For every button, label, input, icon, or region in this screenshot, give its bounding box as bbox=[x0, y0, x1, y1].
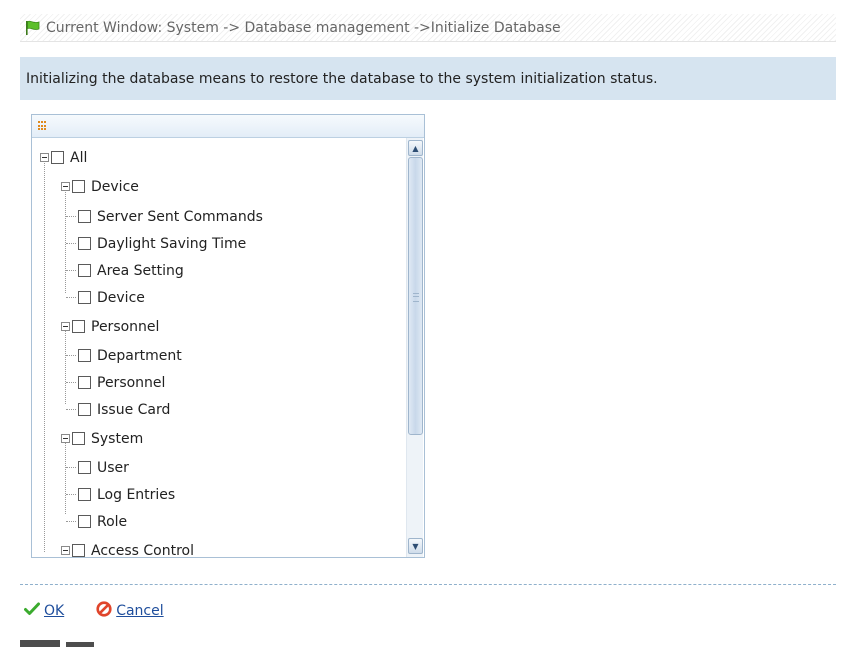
scroll-up-icon[interactable]: ▲ bbox=[408, 140, 423, 156]
tree-header bbox=[32, 115, 424, 138]
checkbox[interactable] bbox=[78, 488, 91, 501]
breadcrumb-text: Current Window: System -> Database manag… bbox=[46, 19, 561, 36]
tree-panel: All Device Server Sent Commands Daylight… bbox=[31, 114, 425, 558]
scroll-down-icon[interactable]: ▼ bbox=[408, 538, 423, 554]
tree-node-label: Area Setting bbox=[97, 262, 184, 279]
tree-node-label: Personnel bbox=[91, 318, 160, 335]
ok-button[interactable]: OK bbox=[24, 602, 64, 620]
checkbox[interactable] bbox=[72, 180, 85, 193]
collapse-icon[interactable] bbox=[40, 153, 49, 162]
checkmark-icon bbox=[24, 602, 40, 620]
tree-node-label: Device bbox=[91, 178, 139, 195]
tree-node-label: System bbox=[91, 430, 144, 447]
scrollbar-thumb[interactable] bbox=[408, 157, 423, 435]
tree-node-label: Log Entries bbox=[97, 486, 176, 503]
tree-node-issue-card[interactable]: Issue Card bbox=[66, 396, 170, 423]
tree-node-daylight-saving-time[interactable]: Daylight Saving Time bbox=[66, 230, 246, 257]
checkbox[interactable] bbox=[78, 210, 91, 223]
cancel-icon bbox=[96, 601, 112, 621]
checkbox[interactable] bbox=[78, 461, 91, 474]
checkbox[interactable] bbox=[78, 264, 91, 277]
tree-node-label: Personnel bbox=[97, 374, 166, 391]
tree-node-personnel[interactable]: Personnel bbox=[66, 369, 165, 396]
cropped-content bbox=[20, 640, 60, 647]
tree-node-device-group[interactable]: Device bbox=[61, 173, 139, 200]
tree-node-label: Server Sent Commands bbox=[97, 208, 263, 225]
collapse-icon[interactable] bbox=[61, 546, 70, 555]
checkbox[interactable] bbox=[78, 515, 91, 528]
collapse-icon[interactable] bbox=[61, 322, 70, 331]
tree-node-device[interactable]: Device bbox=[66, 284, 145, 311]
tree-node-label: Issue Card bbox=[97, 401, 171, 418]
tree-node-label: Device bbox=[97, 289, 145, 306]
tree-node-area-setting[interactable]: Area Setting bbox=[66, 257, 184, 284]
action-bar: OK Cancel bbox=[24, 601, 196, 621]
checkbox[interactable] bbox=[51, 151, 64, 164]
info-notice: Initializing the database means to resto… bbox=[20, 57, 836, 100]
tree-node-label: Daylight Saving Time bbox=[97, 235, 247, 252]
tree-node-department[interactable]: Department bbox=[66, 342, 182, 369]
cancel-link[interactable]: Cancel bbox=[116, 603, 163, 619]
tree-node-personnel-group[interactable]: Personnel bbox=[61, 313, 159, 340]
green-flag-icon bbox=[24, 20, 42, 36]
checkbox[interactable] bbox=[78, 349, 91, 362]
tree-node-label: All bbox=[70, 149, 88, 166]
divider bbox=[20, 584, 836, 585]
ok-link[interactable]: OK bbox=[44, 603, 64, 619]
tree-node-access-control-group[interactable]: Access Control bbox=[61, 537, 194, 557]
grip-icon bbox=[413, 293, 419, 302]
cancel-button[interactable]: Cancel bbox=[96, 601, 164, 621]
vertical-scrollbar[interactable]: ▲ ▼ bbox=[406, 138, 423, 557]
tree-node-system-group[interactable]: System bbox=[61, 425, 143, 452]
notice-text: Initializing the database means to resto… bbox=[26, 70, 658, 87]
checkbox[interactable] bbox=[78, 237, 91, 250]
collapse-icon[interactable] bbox=[61, 434, 70, 443]
checkbox[interactable] bbox=[78, 291, 91, 304]
checkbox[interactable] bbox=[72, 320, 85, 333]
collapse-icon[interactable] bbox=[61, 182, 70, 191]
breadcrumb: Current Window: System -> Database manag… bbox=[20, 14, 836, 42]
grid-icon bbox=[38, 121, 48, 131]
tree-node-label: Role bbox=[97, 513, 128, 530]
tree-node-label: Department bbox=[97, 347, 182, 364]
cropped-content bbox=[66, 642, 94, 647]
tree-connector bbox=[44, 157, 45, 552]
tree-node-label: Access Control bbox=[91, 542, 194, 558]
tree-node-all[interactable]: All bbox=[40, 144, 87, 171]
tree-node-server-sent-commands[interactable]: Server Sent Commands bbox=[66, 203, 263, 230]
tree-node-log-entries[interactable]: Log Entries bbox=[66, 481, 175, 508]
checkbox[interactable] bbox=[78, 376, 91, 389]
tree-node-user[interactable]: User bbox=[66, 454, 129, 481]
tree-node-label: User bbox=[97, 459, 129, 476]
checkbox[interactable] bbox=[78, 403, 91, 416]
checkbox[interactable] bbox=[72, 432, 85, 445]
checkbox[interactable] bbox=[72, 544, 85, 557]
tree-body: All Device Server Sent Commands Daylight… bbox=[32, 138, 424, 557]
tree-node-role[interactable]: Role bbox=[66, 508, 127, 535]
